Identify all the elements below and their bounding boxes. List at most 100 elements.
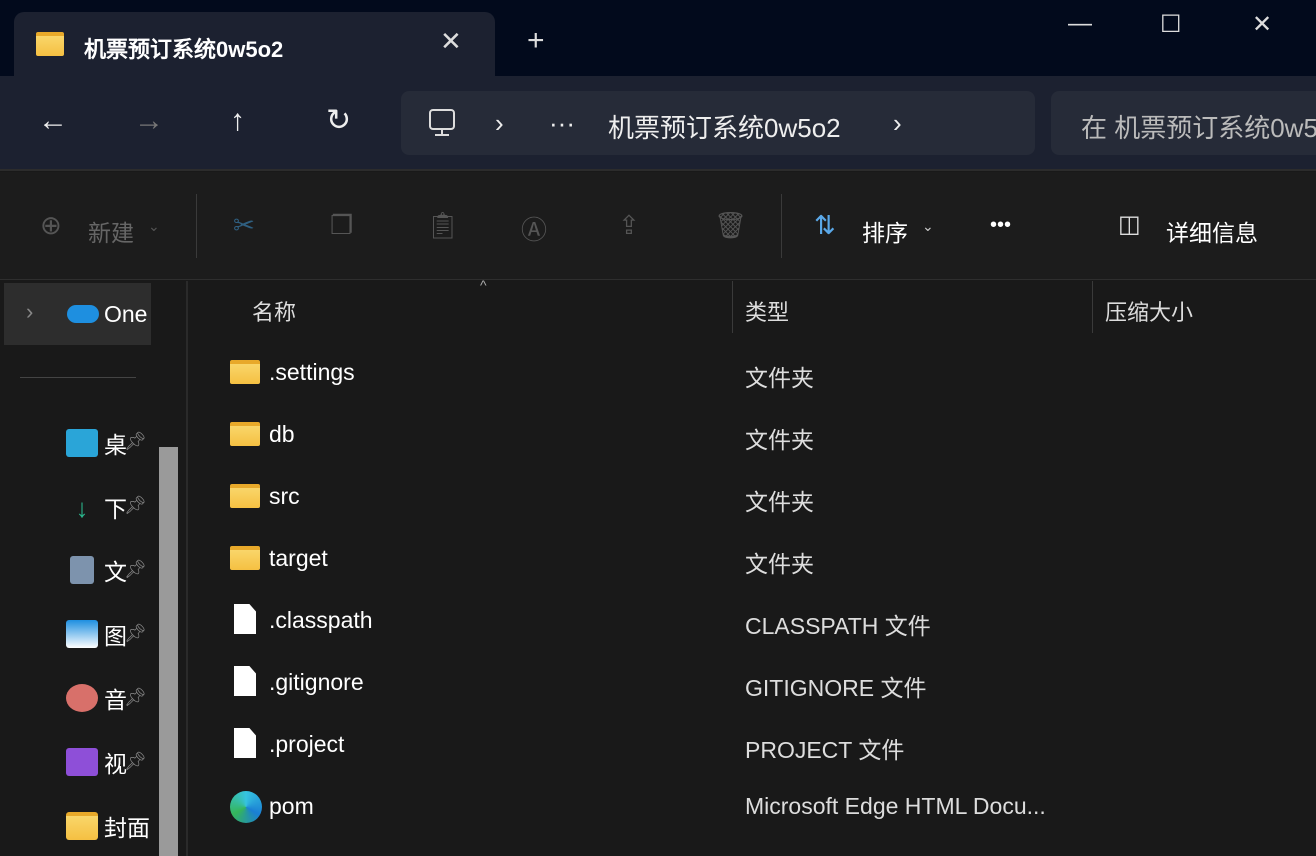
file-row[interactable]: db 文件夹 <box>190 405 1316 467</box>
pin-icon[interactable]: 📌︎ <box>124 559 147 580</box>
file-row[interactable]: src 文件夹 <box>190 467 1316 529</box>
breadcrumb-current[interactable]: 机票预订系统0w5o2 <box>608 108 841 145</box>
details-pane-icon: ◫ <box>1118 211 1141 238</box>
folder-icon <box>230 360 260 384</box>
new-icon: ⊕ <box>40 210 62 240</box>
download-icon: ↓ <box>75 493 89 523</box>
pictures-icon <box>66 620 98 648</box>
sidebar-item-documents[interactable]: 文 <box>66 554 127 586</box>
maximize-button[interactable]: ☐ <box>1160 10 1182 39</box>
close-window-button[interactable]: ✕ <box>1252 10 1272 39</box>
file-name: .gitignore <box>269 669 364 695</box>
up-button[interactable]: ↑ <box>230 106 245 136</box>
video-icon <box>66 748 98 776</box>
breadcrumb-chevron-end[interactable]: › <box>893 108 902 139</box>
file-row[interactable]: pom Microsoft Edge HTML Docu... <box>190 777 1316 839</box>
new-tab-button[interactable]: + <box>527 26 545 56</box>
sidebar-item-music[interactable]: 音 <box>66 682 127 714</box>
folder-icon <box>230 546 260 570</box>
chevron-down-icon: ⌄ <box>922 218 934 234</box>
file-type: GITIGNORE 文件 <box>745 675 927 701</box>
music-icon <box>66 684 98 712</box>
file-list: 名称 ^ 类型 压缩大小 .settings 文件夹 db 文件夹 src 文件夹 targ… <box>190 277 1316 856</box>
pin-icon[interactable]: 📌︎ <box>124 751 147 772</box>
rename-icon[interactable]: Ⓐ <box>521 210 547 247</box>
sidebar-item-downloads[interactable]: ↓ 下 <box>66 491 128 523</box>
file-type: Microsoft Edge HTML Docu... <box>745 793 1046 819</box>
sidebar-item-folder[interactable]: 封面 <box>66 810 150 842</box>
sort-up-icon: ^ <box>480 277 487 293</box>
file-row[interactable]: .classpath CLASSPATH 文件 <box>190 591 1316 653</box>
onedrive-icon <box>67 305 99 323</box>
label: 封面 <box>104 815 150 841</box>
file-name: pom <box>269 793 314 819</box>
new-button[interactable]: 新建 <box>88 214 134 248</box>
desktop-icon <box>66 429 98 457</box>
file-name: .project <box>269 731 345 757</box>
paste-icon[interactable]: 📋︎ <box>426 210 459 241</box>
forward-button[interactable]: → <box>134 106 164 136</box>
sidebar-item-desktop[interactable]: 桌 <box>66 427 127 459</box>
column-header-name[interactable]: 名称 <box>252 295 296 327</box>
search-input[interactable]: 在 机票预订系统0w5o2 中搜索 <box>1051 91 1316 155</box>
tab-close-button[interactable]: ✕ <box>440 26 462 57</box>
file-icon <box>234 728 256 758</box>
zip-folder-icon <box>36 32 64 56</box>
folder-icon <box>66 812 98 840</box>
file-icon <box>234 604 256 634</box>
file-type: 文件夹 <box>745 365 814 391</box>
chevron-right-icon: › <box>26 299 34 324</box>
column-header-type[interactable]: 类型 <box>745 295 789 327</box>
share-icon[interactable]: ⇪ <box>618 210 640 241</box>
file-name: db <box>269 421 295 447</box>
file-type: 文件夹 <box>745 489 814 515</box>
refresh-button[interactable]: ↻ <box>326 106 351 136</box>
file-type: 文件夹 <box>745 427 814 453</box>
file-name: .classpath <box>269 607 373 633</box>
search-placeholder: 在 机票预订系统0w5o2 中搜索 <box>1081 113 1316 143</box>
file-row[interactable]: target 文件夹 <box>190 529 1316 591</box>
sidebar-item-onedrive[interactable]: › One <box>4 283 151 345</box>
pin-icon[interactable]: 📌︎ <box>124 431 147 452</box>
tab-active[interactable]: 机票预订系统0w5o2 ✕ <box>14 12 495 76</box>
sort-icon: ⇅ <box>814 210 836 240</box>
breadcrumb-ellipsis[interactable]: ··· <box>549 108 575 139</box>
document-icon <box>70 556 94 584</box>
file-row[interactable]: .project PROJECT 文件 <box>190 715 1316 777</box>
sort-button[interactable]: 排序 <box>862 214 908 248</box>
more-button[interactable]: ••• <box>990 214 1011 237</box>
navigation-pane: › One 桌 ↓ 下 文 图 音 视 封面 📌︎ 📌︎ 📌︎ 📌︎ 📌︎ 📌︎ <box>0 281 188 856</box>
title-bar: 机票预订系统0w5o2 ✕ + — ☐ ✕ <box>0 0 1316 76</box>
file-name: src <box>269 483 300 509</box>
file-row[interactable]: .settings 文件夹 <box>190 343 1316 405</box>
sidebar-scrollbar[interactable] <box>159 447 178 856</box>
file-row[interactable]: .gitignore GITIGNORE 文件 <box>190 653 1316 715</box>
details-button[interactable]: 详细信息 <box>1166 214 1258 248</box>
sidebar-item-pictures[interactable]: 图 <box>66 618 127 650</box>
file-icon <box>234 666 256 696</box>
tab-title: 机票预订系统0w5o2 <box>84 37 284 62</box>
address-bar[interactable]: › ··· 机票预订系统0w5o2 › <box>401 91 1035 155</box>
file-name: target <box>269 545 328 571</box>
column-header-compressed-size[interactable]: 压缩大小 <box>1105 295 1193 327</box>
file-name: .settings <box>269 359 355 385</box>
chevron-down-icon: ⌄ <box>148 218 160 234</box>
edge-icon <box>230 791 262 823</box>
file-type: 文件夹 <box>745 551 814 577</box>
copy-icon[interactable]: ❐ <box>330 210 353 241</box>
pin-icon[interactable]: 📌︎ <box>124 623 147 644</box>
cut-icon[interactable]: ✂ <box>233 210 255 241</box>
sidebar-item-videos[interactable]: 视 <box>66 746 127 778</box>
folder-icon <box>230 484 260 508</box>
computer-icon <box>429 109 455 136</box>
minimize-button[interactable]: — <box>1068 10 1092 38</box>
pin-icon[interactable]: 📌︎ <box>124 687 147 708</box>
breadcrumb-chevron[interactable]: › <box>495 108 504 139</box>
command-bar: ⊕ 新建 ⌄ ✂ ❐ 📋︎ Ⓐ ⇪ 🗑︎ ⇅ 排序 ⌄ ••• ◫ 详细信息 <box>0 172 1316 280</box>
back-button[interactable]: ← <box>38 106 68 136</box>
delete-icon[interactable]: 🗑︎ <box>714 210 747 241</box>
navigation-bar: ← → ↑ ↻ › ··· 机票预订系统0w5o2 › 在 机票预订系统0w5o… <box>0 76 1316 171</box>
file-type: CLASSPATH 文件 <box>745 613 931 639</box>
onedrive-label: One <box>104 301 148 327</box>
pin-icon[interactable]: 📌︎ <box>124 495 147 516</box>
